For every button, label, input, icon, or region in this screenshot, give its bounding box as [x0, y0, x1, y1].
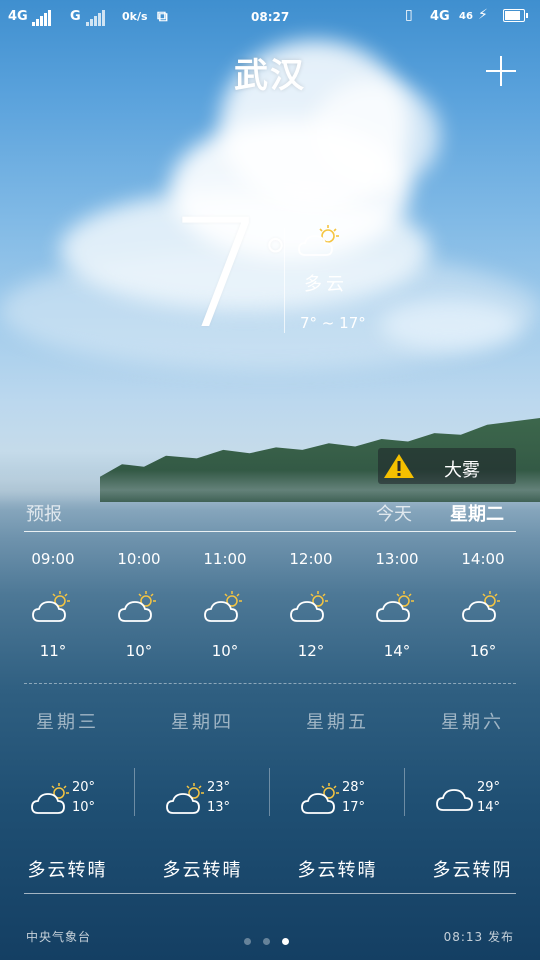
- hourly-temp: 16°: [469, 642, 497, 660]
- alert-label: 大雾: [444, 460, 480, 481]
- forecast-title: 预报: [26, 504, 62, 525]
- daily-item[interactable]: 星期三 20° 10° 多云转晴: [0, 708, 135, 882]
- network-label-right: 4G: [430, 9, 450, 24]
- network-label-g: G: [70, 9, 81, 24]
- current-divider: [284, 228, 285, 333]
- partly-cloudy-icon: [376, 591, 414, 622]
- partly-cloudy-icon: [32, 591, 70, 622]
- hourly-item: 09:00 11°: [13, 550, 93, 660]
- partly-cloudy-icon: [301, 783, 339, 814]
- charging-icon: ⚡: [478, 7, 488, 23]
- page-indicator[interactable]: [244, 930, 301, 949]
- daily-high: 23°: [207, 780, 231, 795]
- tab-day[interactable]: 星期二: [450, 500, 504, 526]
- current-temp-range: 7° ~ 17°: [300, 314, 366, 332]
- hourly-temp: 10°: [211, 642, 239, 660]
- current-temperature: 7 °: [170, 200, 289, 350]
- column-divider: [404, 768, 405, 816]
- hourly-item: 11:00 10°: [185, 550, 265, 660]
- weather-alert-badge[interactable]: 大雾: [378, 448, 516, 484]
- daily-low: 17°: [342, 800, 366, 815]
- page-dot[interactable]: [244, 938, 251, 945]
- partly-cloudy-icon: [204, 591, 242, 622]
- network-label-4g: 4G: [8, 9, 28, 24]
- partly-cloudy-icon: [462, 591, 500, 622]
- tab-today[interactable]: 今天: [376, 500, 412, 526]
- daily-low: 10°: [72, 800, 96, 815]
- hourly-daily-divider: [24, 683, 516, 684]
- hourly-time: 14:00: [461, 550, 505, 568]
- add-city-button[interactable]: [484, 54, 518, 88]
- battery-icon: [503, 9, 528, 22]
- daily-condition: 多云转晴: [27, 860, 108, 881]
- hourly-temp: 14°: [383, 642, 411, 660]
- status-bar: 4G G 0k/s ⧉ 08:27 ▯ 4G 46 ⚡: [0, 0, 540, 34]
- column-divider: [134, 768, 135, 816]
- hourly-temp: 10°: [125, 642, 153, 660]
- city-title[interactable]: 武汉: [0, 48, 540, 97]
- hourly-item: 14:00 16°: [443, 550, 523, 660]
- hourly-item: 12:00 12°: [271, 550, 351, 660]
- daily-item[interactable]: 星期六 29° 14° 多云转阴: [405, 708, 540, 882]
- column-divider: [269, 768, 270, 816]
- daily-high: 28°: [342, 780, 366, 795]
- daily-day-name: 星期三: [36, 712, 99, 733]
- daily-condition: 多云转晴: [162, 860, 243, 881]
- partly-cloudy-icon: [290, 591, 328, 622]
- partly-cloudy-icon: [166, 783, 204, 814]
- daily-high: 29°: [477, 780, 501, 795]
- daily-day-name: 星期五: [306, 712, 369, 733]
- footer-divider: [24, 893, 516, 894]
- daily-low: 13°: [207, 800, 231, 815]
- weather-app: 4G G 0k/s ⧉ 08:27 ▯ 4G 46 ⚡ 武汉 7 ° 多云 7° …: [0, 0, 540, 960]
- hourly-temp: 11°: [39, 642, 67, 660]
- daily-condition: 多云转阴: [432, 860, 513, 881]
- network-speed: 0k/s: [122, 10, 148, 23]
- hourly-time: 09:00: [31, 550, 75, 568]
- hourly-time: 12:00: [289, 550, 333, 568]
- hourly-item: 13:00 14°: [357, 550, 437, 660]
- publish-time: 08:13 发布: [443, 930, 514, 944]
- forecast-divider: [24, 531, 516, 532]
- background-cloud: [380, 300, 520, 350]
- partly-cloudy-icon: [118, 591, 156, 622]
- hourly-time: 13:00: [375, 550, 419, 568]
- current-temp-value: 7: [170, 188, 266, 362]
- network-sub-label: 46: [459, 11, 473, 22]
- hourly-time: 10:00: [117, 550, 161, 568]
- daily-high: 20°: [72, 780, 96, 795]
- screenshot-icon: ⧉: [157, 7, 168, 25]
- daily-low: 14°: [477, 800, 501, 815]
- signal-bars-icon: [32, 10, 52, 26]
- partly-cloudy-icon: [31, 783, 69, 814]
- daily-item[interactable]: 星期四 23° 13° 多云转晴: [135, 708, 270, 882]
- clock: 08:27: [251, 10, 290, 24]
- warning-icon: [384, 454, 414, 478]
- daily-day-name: 星期六: [441, 712, 504, 733]
- hourly-temp: 12°: [297, 642, 325, 660]
- signal-bars-icon: [86, 10, 106, 26]
- hourly-item: 10:00 10°: [99, 550, 179, 660]
- vibrate-icon: ▯: [405, 7, 413, 23]
- data-source: 中央气象台: [26, 930, 92, 944]
- current-condition: 多云: [304, 274, 348, 295]
- partly-cloudy-icon: [298, 225, 339, 256]
- cloud-icon: [436, 789, 473, 811]
- daily-day-name: 星期四: [171, 712, 234, 733]
- hourly-time: 11:00: [203, 550, 247, 568]
- daily-condition: 多云转晴: [297, 860, 378, 881]
- page-dot[interactable]: [282, 938, 289, 945]
- daily-item[interactable]: 星期五 28° 17° 多云转晴: [270, 708, 405, 882]
- page-dot[interactable]: [263, 938, 270, 945]
